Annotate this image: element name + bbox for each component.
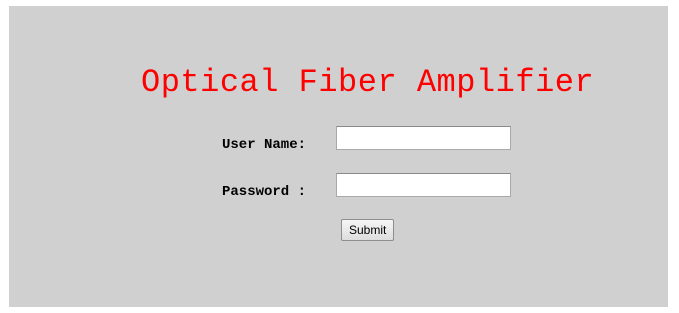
password-field[interactable] xyxy=(336,173,511,197)
password-label: Password : xyxy=(222,184,307,200)
submit-button[interactable]: Submit xyxy=(341,219,395,241)
page-title: Optical Fiber Amplifier xyxy=(141,64,595,101)
username-label: User Name: xyxy=(222,137,307,153)
login-panel: Optical Fiber Amplifier User Name: Passw… xyxy=(9,6,668,307)
username-field[interactable] xyxy=(336,126,511,150)
